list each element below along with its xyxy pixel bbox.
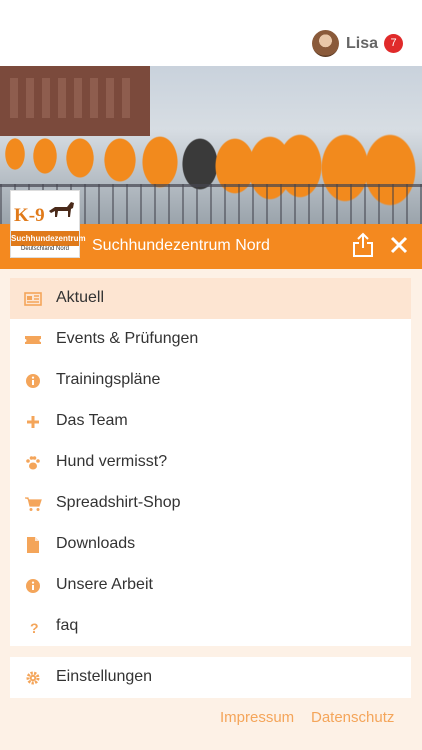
menu-item-label: Trainingspläne (56, 371, 161, 388)
logo-band: Suchhundezentrum (11, 231, 86, 246)
notification-badge[interactable]: 7 (384, 34, 403, 53)
gear-icon (26, 671, 40, 685)
menu-item-events[interactable]: Events & Prüfungen (10, 319, 411, 360)
logo-subtitle: Deutschland Nord (20, 246, 70, 252)
menu-item-label: Events & Prüfungen (56, 330, 199, 347)
menu-item-label: Das Team (56, 412, 128, 429)
menu-item-team[interactable]: Das Team (10, 401, 411, 442)
menu-item-hund-vermisst[interactable]: Hund vermisst? (10, 442, 411, 483)
menu-item-trainingsplaene[interactable]: Trainingspläne (10, 360, 411, 401)
club-logo: K-9 Suchhundezentrum Deutschland Nord (10, 190, 86, 258)
avatar[interactable] (312, 30, 339, 57)
newspaper-icon (24, 292, 42, 306)
close-icon[interactable] (389, 235, 409, 255)
logo-k9-text: K-9 (14, 205, 45, 226)
menu-item-einstellungen[interactable]: Einstellungen (10, 657, 411, 698)
plus-icon (27, 416, 39, 428)
menu-item-label: faq (56, 617, 79, 634)
app-title: Suchhundezentrum Nord (92, 237, 270, 254)
menu-item-label: Downloads (56, 535, 136, 552)
menu-item-label: Aktuell (56, 289, 105, 306)
ticket-icon (25, 336, 41, 344)
dog-icon (49, 202, 74, 217)
info-icon (26, 374, 40, 388)
settings-label: Einstellungen (56, 668, 153, 685)
file-icon (27, 537, 39, 553)
menu-item-downloads[interactable]: Downloads (10, 524, 411, 565)
menu-item-aktuell[interactable]: Aktuell (10, 278, 411, 319)
user-name[interactable]: Lisa (346, 35, 378, 53)
share-icon[interactable] (352, 232, 374, 258)
info-icon (26, 579, 40, 593)
menu-item-label: Hund vermisst? (56, 453, 168, 470)
datenschutz-link[interactable]: Datenschutz (311, 709, 394, 726)
svg-text:?: ? (30, 620, 39, 635)
menu-item-label: Spreadshirt-Shop (56, 494, 181, 511)
question-icon: ? (30, 620, 39, 635)
menu-item-unsere-arbeit[interactable]: Unsere Arbeit (10, 565, 411, 606)
menu-item-shop[interactable]: Spreadshirt-Shop (10, 483, 411, 524)
menu-item-faq[interactable]: ? faq (10, 606, 411, 647)
paw-icon (26, 456, 40, 470)
menu-item-label: Unsere Arbeit (56, 576, 153, 593)
top-bar: Lisa 7 (0, 0, 422, 67)
nav-menu: Aktuell Events & Prüfungen Trainingsplän… (10, 278, 411, 646)
cart-icon (25, 497, 42, 511)
impressum-link[interactable]: Impressum (220, 709, 294, 726)
